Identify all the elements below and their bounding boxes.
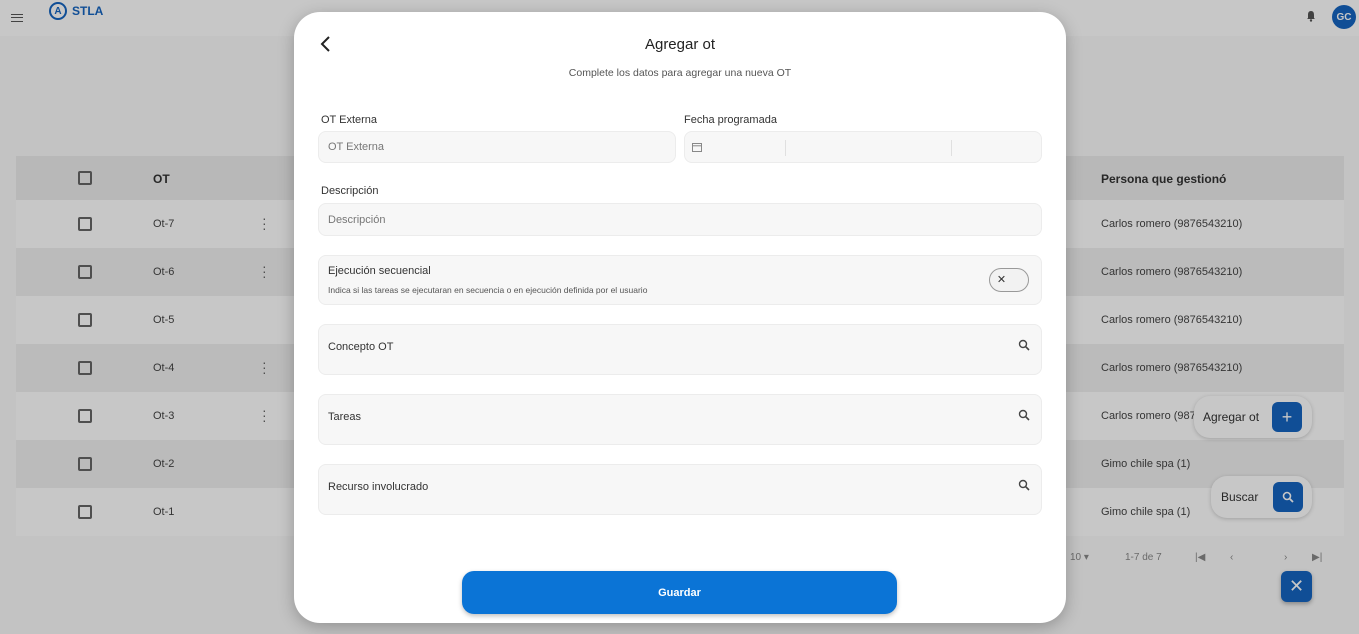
date-segment-divider xyxy=(951,140,952,156)
dialog-title: Agregar ot xyxy=(644,36,716,53)
tareas-label: Tareas xyxy=(328,411,362,423)
ejecucion-secuencial-card: Ejecución secuencial Indica si las tarea… xyxy=(318,255,1042,305)
descripcion-input[interactable] xyxy=(318,203,1042,236)
add-ot-dialog: Agregar ot Complete los datos para agreg… xyxy=(294,12,1066,623)
search-icon[interactable] xyxy=(1018,339,1030,351)
fecha-programada-label: Fecha programada xyxy=(684,114,777,126)
secuencial-description: Indica si las tareas se ejecutaran en se… xyxy=(328,285,648,295)
ot-externa-input[interactable] xyxy=(318,131,676,163)
dialog-subtitle: Complete los datos para agregar una nuev… xyxy=(568,67,792,79)
search-icon[interactable] xyxy=(1018,409,1030,421)
search-icon[interactable] xyxy=(1018,479,1030,491)
fecha-programada-input[interactable] xyxy=(684,131,1042,163)
guardar-button[interactable]: Guardar xyxy=(462,571,897,614)
concepto-ot-search[interactable]: Concepto OT xyxy=(318,324,1042,375)
concepto-ot-label: Concepto OT xyxy=(328,341,394,353)
recurso-involucrado-search[interactable]: Recurso involucrado xyxy=(318,464,1042,515)
secuencial-title: Ejecución secuencial xyxy=(328,265,431,277)
tareas-search[interactable]: Tareas xyxy=(318,394,1042,445)
calendar-icon[interactable] xyxy=(692,142,702,152)
date-segment-divider xyxy=(785,140,786,156)
toggle-off-icon: ✕ xyxy=(996,274,1007,286)
ot-externa-label: OT Externa xyxy=(321,114,378,126)
secuencial-toggle[interactable]: ✕ xyxy=(989,268,1029,292)
recurso-involucrado-label: Recurso involucrado xyxy=(328,481,429,493)
descripcion-label: Descripción xyxy=(321,185,379,197)
